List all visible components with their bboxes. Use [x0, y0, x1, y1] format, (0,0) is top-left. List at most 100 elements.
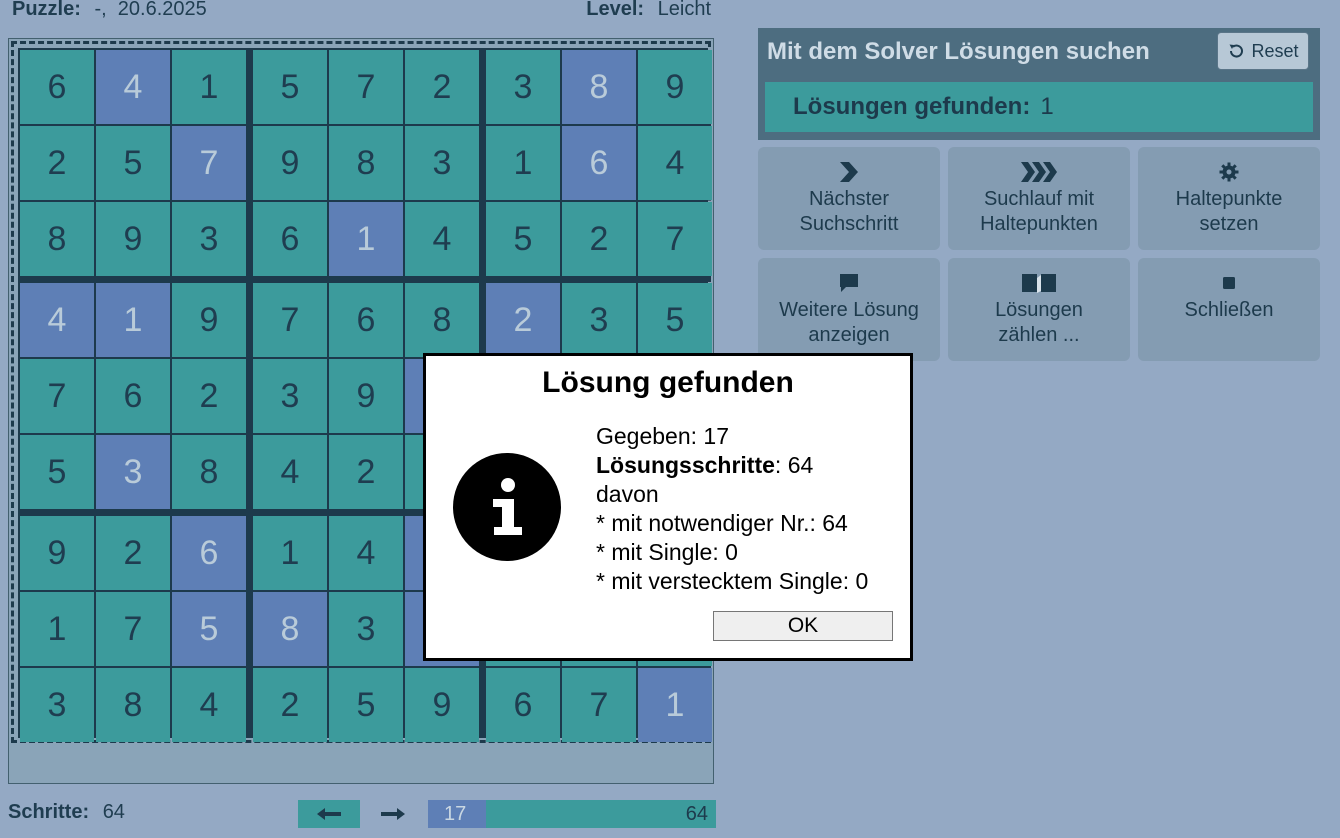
sudoku-cell[interactable]: 7: [253, 283, 327, 357]
sudoku-cell[interactable]: 8: [405, 283, 479, 357]
next-step-button[interactable]: [368, 800, 418, 828]
book-icon: [1021, 270, 1057, 296]
sudoku-cell[interactable]: 2: [20, 126, 94, 200]
sudoku-cell[interactable]: 9: [638, 50, 712, 124]
sudoku-cell[interactable]: 2: [486, 283, 560, 357]
sudoku-cell[interactable]: 4: [638, 126, 712, 200]
sudoku-cell[interactable]: 2: [329, 435, 403, 509]
sudoku-cell[interactable]: 6: [96, 359, 170, 433]
sudoku-cell[interactable]: 5: [172, 592, 246, 666]
davon-line: davon: [596, 481, 659, 507]
sudoku-cell[interactable]: 9: [405, 668, 479, 742]
sudoku-cell[interactable]: 9: [253, 126, 327, 200]
sudoku-cell[interactable]: 1: [96, 283, 170, 357]
sudoku-cell[interactable]: 1: [329, 202, 403, 276]
sudoku-cell[interactable]: 7: [562, 668, 636, 742]
next-search-step-line2: Suchschritt: [799, 213, 899, 235]
solutions-found-value: 1: [1040, 93, 1054, 120]
step-progress-bar[interactable]: 17 64: [428, 800, 716, 828]
puzzle-value: -, 20.6.2025: [94, 0, 207, 20]
sudoku-cell[interactable]: 8: [253, 592, 327, 666]
next-search-step-line1: Nächster: [808, 188, 890, 210]
ok-button[interactable]: OK: [713, 611, 893, 641]
single-line: * mit Single: 0: [596, 539, 738, 565]
search-with-breakpoints-line2: Haltepunkten: [980, 213, 1098, 235]
sudoku-cell[interactable]: 4: [96, 50, 170, 124]
level-info: Level: Leicht: [586, 0, 711, 21]
progress-start-value: 17: [444, 803, 467, 825]
sudoku-cell[interactable]: 4: [20, 283, 94, 357]
sudoku-cell[interactable]: 4: [405, 202, 479, 276]
sudoku-cell[interactable]: 9: [20, 516, 94, 590]
sudoku-cell[interactable]: 2: [562, 202, 636, 276]
sudoku-cell[interactable]: 7: [329, 50, 403, 124]
solver-title: Mit dem Solver Lösungen suchen: [767, 38, 1150, 65]
sudoku-cell[interactable]: 5: [253, 50, 327, 124]
solution-steps-label: Lösungsschritte: [596, 452, 775, 478]
set-breakpoints-line1: Haltepunkte: [1175, 188, 1283, 210]
sudoku-cell[interactable]: 8: [562, 50, 636, 124]
dialog-body: Gegeben: 17 Lösungsschritte: 64 davon * …: [596, 422, 868, 596]
sudoku-cell[interactable]: 8: [329, 126, 403, 200]
sudoku-cell[interactable]: 3: [405, 126, 479, 200]
sudoku-cell[interactable]: 3: [96, 435, 170, 509]
sudoku-cell[interactable]: 3: [253, 359, 327, 433]
info-icon: [453, 453, 561, 561]
sudoku-cell[interactable]: 5: [20, 435, 94, 509]
sudoku-cell[interactable]: 1: [638, 668, 712, 742]
search-with-breakpoints-button[interactable]: Suchlauf mit Haltepunkten: [948, 147, 1130, 250]
bottom-bar: Schritte: 64 17 64: [8, 798, 716, 830]
sudoku-cell[interactable]: 6: [329, 283, 403, 357]
count-solutions-line2: zählen ...: [998, 324, 1080, 346]
sudoku-cell[interactable]: 8: [96, 668, 170, 742]
sudoku-cell[interactable]: 8: [20, 202, 94, 276]
sudoku-cell[interactable]: 5: [329, 668, 403, 742]
reset-label: Reset: [1251, 40, 1299, 61]
sudoku-cell[interactable]: 2: [172, 359, 246, 433]
steps-label: Schritte:: [8, 801, 90, 823]
close-button[interactable]: Schließen: [1138, 258, 1320, 361]
hidden-single-line: * mit verstecktem Single: 0: [596, 568, 869, 594]
sudoku-cell[interactable]: 7: [20, 359, 94, 433]
sudoku-cell[interactable]: 9: [172, 283, 246, 357]
sudoku-cell[interactable]: 3: [562, 283, 636, 357]
sudoku-cell[interactable]: 6: [20, 50, 94, 124]
sudoku-cell[interactable]: 6: [253, 202, 327, 276]
sudoku-cell[interactable]: 5: [486, 202, 560, 276]
sudoku-cell[interactable]: 9: [329, 359, 403, 433]
sudoku-cell[interactable]: 4: [253, 435, 327, 509]
sudoku-cell[interactable]: 1: [172, 50, 246, 124]
show-next-solution-button[interactable]: Weitere Lösung anzeigen: [758, 258, 940, 361]
count-solutions-button[interactable]: Lösungen zählen ...: [948, 258, 1130, 361]
set-breakpoints-button[interactable]: Haltepunkte setzen: [1138, 147, 1320, 250]
sudoku-cell[interactable]: 5: [96, 126, 170, 200]
sudoku-cell[interactable]: 3: [20, 668, 94, 742]
puzzle-label: Puzzle:: [12, 0, 81, 20]
puzzle-info: Puzzle: -, 20.6.2025: [12, 0, 207, 21]
sudoku-cell[interactable]: 6: [172, 516, 246, 590]
reset-button[interactable]: Reset: [1217, 32, 1309, 70]
sudoku-cell[interactable]: 1: [486, 126, 560, 200]
sudoku-cell[interactable]: 1: [20, 592, 94, 666]
sudoku-cell[interactable]: 3: [329, 592, 403, 666]
triple-chevron-icon: [1020, 159, 1058, 185]
sudoku-cell[interactable]: 1: [253, 516, 327, 590]
sudoku-cell[interactable]: 4: [172, 668, 246, 742]
sudoku-cell[interactable]: 8: [172, 435, 246, 509]
sudoku-cell[interactable]: 6: [486, 668, 560, 742]
sudoku-cell[interactable]: 9: [96, 202, 170, 276]
sudoku-cell[interactable]: 7: [638, 202, 712, 276]
sudoku-cell[interactable]: 2: [96, 516, 170, 590]
sudoku-cell[interactable]: 3: [486, 50, 560, 124]
sudoku-cell[interactable]: 6: [562, 126, 636, 200]
sudoku-cell[interactable]: 7: [96, 592, 170, 666]
previous-step-button[interactable]: [298, 800, 360, 828]
next-search-step-button[interactable]: Nächster Suchschritt: [758, 147, 940, 250]
sudoku-cell[interactable]: 4: [329, 516, 403, 590]
solutions-found-box: Lösungen gefunden: 1: [765, 82, 1313, 132]
sudoku-cell[interactable]: 2: [405, 50, 479, 124]
sudoku-cell[interactable]: 7: [172, 126, 246, 200]
sudoku-cell[interactable]: 5: [638, 283, 712, 357]
sudoku-cell[interactable]: 3: [172, 202, 246, 276]
sudoku-cell[interactable]: 2: [253, 668, 327, 742]
